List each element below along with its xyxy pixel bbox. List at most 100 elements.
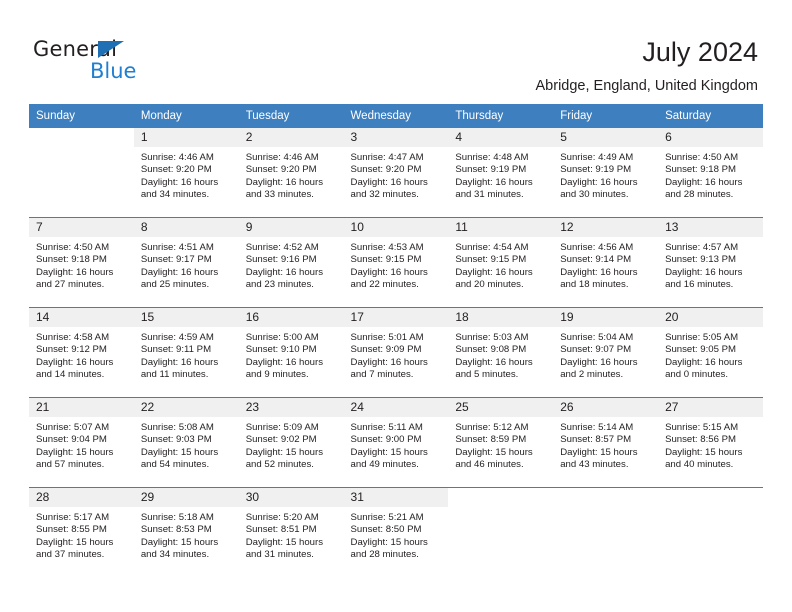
calendar-day-cell[interactable]: 15 Sunrise: 4:59 AM Sunset: 9:11 PM Dayligh…	[133, 307, 239, 398]
day-sun-info: Sunrise: 5:21 AM Sunset: 8:50 PM Daylight:…	[344, 507, 449, 562]
calendar-day-cell[interactable]: 18 Sunrise: 5:03 AM Sunset: 9:08 PM Dayligh…	[448, 307, 554, 398]
calendar-day-cell[interactable]: 10 Sunrise: 4:53 AM Sunset: 9:15 PM Dayligh…	[343, 217, 449, 308]
sunrise-time: Sunrise: 4:50 AM	[36, 242, 110, 253]
sunset-time: Sunset: 9:04 PM	[36, 434, 107, 446]
weekday-header-thursday: Thursday	[448, 104, 554, 128]
calendar-day-cell[interactable]: 30 Sunrise: 5:20 AM Sunset: 8:51 PM Dayligh…	[238, 487, 344, 577]
calendar-day-cell[interactable]: 11 Sunrise: 4:54 AM Sunset: 9:15 PM Dayligh…	[448, 217, 554, 308]
calendar-day-cell[interactable]: 27 Sunrise: 5:15 AM Sunset: 8:56 PM Dayligh…	[658, 397, 763, 488]
sunset-time: Sunset: 9:20 PM	[140, 164, 212, 176]
calendar-day-cell[interactable]: 7 Sunrise: 4:50 AM Sunset: 9:18 PM Daylight…	[29, 217, 134, 308]
sunrise-time: Sunrise: 4:57 AM	[665, 242, 739, 253]
daylight-duration-line2: and 20 minutes.	[455, 279, 524, 291]
day-cell-content: 12 Sunrise: 4:56 AM Sunset: 9:14 PM Dayligh…	[553, 218, 659, 307]
calendar-day-cell[interactable]: 3 Sunrise: 4:47 AM Sunset: 9:20 PM Daylight…	[343, 128, 449, 218]
daylight-duration-line1: Daylight: 16 hours	[245, 356, 324, 368]
day-sun-info: Sunrise: 4:56 AM Sunset: 9:14 PM Daylight:…	[553, 237, 658, 292]
calendar-day-cell[interactable]: 16 Sunrise: 5:00 AM Sunset: 9:10 PM Dayligh…	[238, 307, 344, 398]
calendar-day-cell	[448, 487, 554, 577]
daylight-duration-line2: and 54 minutes.	[140, 459, 210, 471]
daylight-duration-line1: Daylight: 16 hours	[350, 176, 428, 188]
day-number: 25	[448, 398, 554, 417]
day-sun-info: Sunrise: 4:59 AM Sunset: 9:11 PM Daylight:…	[134, 327, 239, 382]
day-number: 5	[553, 128, 659, 147]
daylight-duration-line2: and 31 minutes.	[245, 549, 314, 561]
daylight-duration-line1: Daylight: 16 hours	[665, 176, 743, 188]
calendar-day-cell[interactable]: 6 Sunrise: 4:50 AM Sunset: 9:18 PM Daylight…	[658, 128, 763, 218]
sunrise-time: Sunrise: 5:00 AM	[245, 332, 319, 343]
sunrise-time: Sunrise: 5:18 AM	[140, 512, 214, 523]
calendar-day-cell[interactable]: 25 Sunrise: 5:12 AM Sunset: 8:59 PM Dayligh…	[448, 397, 554, 488]
day-sun-info: Sunrise: 5:11 AM Sunset: 9:00 PM Daylight:…	[344, 417, 449, 472]
daylight-duration-line1: Daylight: 16 hours	[245, 176, 324, 188]
sunrise-time: Sunrise: 5:11 AM	[350, 422, 423, 433]
logo-text-blue: Blue	[90, 59, 137, 83]
calendar-day-cell[interactable]: 24 Sunrise: 5:11 AM Sunset: 9:00 PM Dayligh…	[343, 397, 449, 488]
sunrise-time: Sunrise: 4:53 AM	[350, 242, 424, 253]
sunset-time: Sunset: 9:20 PM	[350, 164, 422, 176]
day-cell-content: 18 Sunrise: 5:03 AM Sunset: 9:08 PM Dayligh…	[448, 308, 554, 397]
daylight-duration-line2: and 2 minutes.	[560, 369, 624, 381]
day-sun-info: Sunrise: 4:47 AM Sunset: 9:20 PM Daylight:…	[344, 147, 449, 202]
calendar-body: 1 Sunrise: 4:46 AM Sunset: 9:20 PM Daylight…	[29, 128, 763, 577]
sunset-time: Sunset: 9:12 PM	[36, 344, 107, 356]
day-cell-content: 17 Sunrise: 5:01 AM Sunset: 9:09 PM Dayligh…	[343, 308, 449, 397]
day-number: 23	[238, 398, 344, 417]
day-sun-info: Sunrise: 4:58 AM Sunset: 9:12 PM Daylight:…	[29, 327, 134, 382]
calendar-day-cell[interactable]: 5 Sunrise: 4:49 AM Sunset: 9:19 PM Daylight…	[553, 128, 659, 218]
weekday-header-monday: Monday	[133, 104, 239, 128]
sunset-time: Sunset: 9:07 PM	[560, 344, 632, 356]
sunset-time: Sunset: 9:16 PM	[245, 254, 317, 266]
daylight-duration-line2: and 23 minutes.	[245, 279, 314, 291]
calendar-day-cell[interactable]: 13 Sunrise: 4:57 AM Sunset: 9:13 PM Dayligh…	[658, 217, 763, 308]
calendar-week-row: 7 Sunrise: 4:50 AM Sunset: 9:18 PM Daylight…	[29, 217, 763, 308]
calendar-day-cell[interactable]: 19 Sunrise: 5:04 AM Sunset: 9:07 PM Dayligh…	[553, 307, 659, 398]
daylight-duration-line1: Daylight: 16 hours	[665, 266, 743, 278]
sunset-time: Sunset: 9:18 PM	[36, 254, 107, 266]
calendar-day-cell[interactable]: 2 Sunrise: 4:46 AM Sunset: 9:20 PM Daylight…	[238, 128, 344, 218]
calendar-day-cell[interactable]: 22 Sunrise: 5:08 AM Sunset: 9:03 PM Dayligh…	[133, 397, 239, 488]
calendar-day-cell[interactable]: 8 Sunrise: 4:51 AM Sunset: 9:17 PM Daylight…	[133, 217, 239, 308]
day-cell-content: 30 Sunrise: 5:20 AM Sunset: 8:51 PM Dayligh…	[238, 488, 344, 577]
day-number: 22	[133, 398, 239, 417]
calendar-day-cell[interactable]: 1 Sunrise: 4:46 AM Sunset: 9:20 PM Daylight…	[133, 128, 239, 218]
day-number: 18	[448, 308, 554, 327]
day-sun-info: Sunrise: 4:57 AM Sunset: 9:13 PM Daylight:…	[658, 237, 763, 292]
daylight-duration-line2: and 46 minutes.	[455, 459, 524, 471]
sunrise-time: Sunrise: 5:07 AM	[36, 422, 110, 433]
sunset-time: Sunset: 8:59 PM	[455, 434, 527, 446]
day-number: 15	[133, 308, 239, 327]
day-sun-info: Sunrise: 5:08 AM Sunset: 9:03 PM Daylight:…	[134, 417, 239, 472]
calendar-day-cell[interactable]: 14 Sunrise: 4:58 AM Sunset: 9:12 PM Dayligh…	[29, 307, 134, 398]
logo-triangle-icon	[98, 41, 124, 58]
calendar-day-cell[interactable]: 31 Sunrise: 5:21 AM Sunset: 8:50 PM Dayligh…	[343, 487, 449, 577]
day-cell-content: 31 Sunrise: 5:21 AM Sunset: 8:50 PM Dayligh…	[343, 488, 449, 577]
sunset-time: Sunset: 8:56 PM	[665, 434, 736, 446]
page-header: General Blue July 2024 Abridge, England,…	[0, 0, 792, 104]
day-number: 11	[448, 218, 554, 237]
day-sun-info: Sunrise: 4:53 AM Sunset: 9:15 PM Daylight:…	[344, 237, 449, 292]
calendar-day-cell[interactable]: 17 Sunrise: 5:01 AM Sunset: 9:09 PM Dayligh…	[343, 307, 449, 398]
day-number	[658, 488, 763, 507]
daylight-duration-line2: and 33 minutes.	[245, 189, 314, 201]
daylight-duration-line2: and 37 minutes.	[36, 549, 105, 561]
sunrise-time: Sunrise: 4:54 AM	[455, 242, 529, 253]
calendar-day-cell	[29, 128, 134, 218]
day-cell-content	[29, 128, 134, 217]
day-cell-content: 2 Sunrise: 4:46 AM Sunset: 9:20 PM Daylight…	[238, 128, 344, 217]
calendar-day-cell[interactable]: 12 Sunrise: 4:56 AM Sunset: 9:14 PM Dayligh…	[553, 217, 659, 308]
calendar-day-cell[interactable]: 4 Sunrise: 4:48 AM Sunset: 9:19 PM Daylight…	[448, 128, 554, 218]
calendar-day-cell[interactable]: 29 Sunrise: 5:18 AM Sunset: 8:53 PM Dayligh…	[133, 487, 239, 577]
calendar-day-cell[interactable]: 9 Sunrise: 4:52 AM Sunset: 9:16 PM Daylight…	[238, 217, 344, 308]
day-number: 1	[133, 128, 239, 147]
calendar-day-cell[interactable]: 20 Sunrise: 5:05 AM Sunset: 9:05 PM Dayligh…	[658, 307, 763, 398]
day-cell-content: 8 Sunrise: 4:51 AM Sunset: 9:17 PM Daylight…	[133, 218, 239, 307]
day-number: 8	[133, 218, 239, 237]
calendar-day-cell[interactable]: 28 Sunrise: 5:17 AM Sunset: 8:55 PM Dayligh…	[29, 487, 134, 577]
calendar-day-cell[interactable]: 23 Sunrise: 5:09 AM Sunset: 9:02 PM Dayligh…	[238, 397, 344, 488]
sunrise-time: Sunrise: 5:09 AM	[245, 422, 319, 433]
general-blue-logo[interactable]: General Blue	[33, 37, 183, 87]
day-cell-content: 28 Sunrise: 5:17 AM Sunset: 8:55 PM Dayligh…	[29, 488, 134, 577]
calendar-day-cell[interactable]: 26 Sunrise: 5:14 AM Sunset: 8:57 PM Dayligh…	[553, 397, 659, 488]
calendar-day-cell[interactable]: 21 Sunrise: 5:07 AM Sunset: 9:04 PM Dayligh…	[29, 397, 134, 488]
